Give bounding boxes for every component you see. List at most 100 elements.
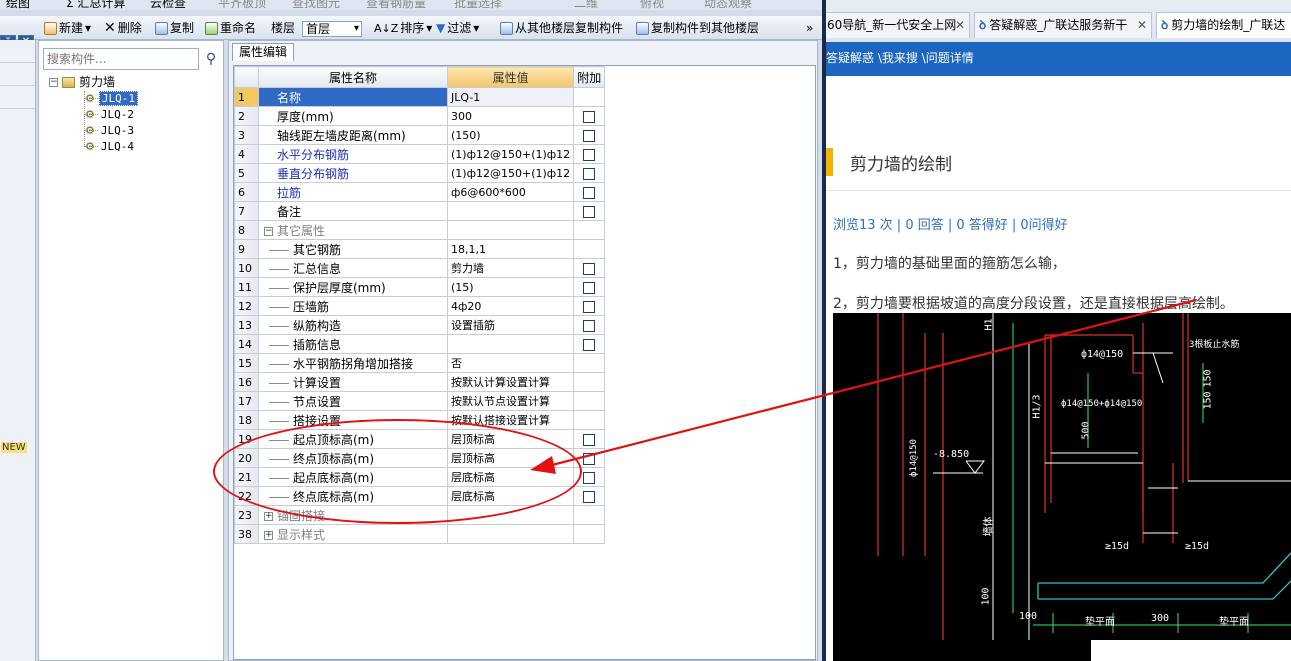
property-name-cell[interactable]: 水平钢筋拐角增加搭接 bbox=[258, 353, 448, 373]
extra-checkbox[interactable] bbox=[583, 490, 596, 503]
property-value-cell[interactable] bbox=[446, 524, 575, 544]
property-row[interactable]: 11 保护层厚度(mm) (15) bbox=[234, 277, 606, 297]
extra-checkbox[interactable] bbox=[583, 300, 596, 313]
property-row[interactable]: 1 名称 JLQ-1 bbox=[234, 87, 606, 107]
property-name-cell[interactable]: 水平分布钢筋 bbox=[258, 144, 448, 164]
flush-slab-button[interactable]: 平齐板顶 bbox=[218, 0, 266, 11]
property-name-cell[interactable]: 其它钢筋 bbox=[258, 239, 448, 259]
extra-checkbox[interactable] bbox=[583, 262, 596, 275]
top-view-button[interactable]: 俯视 bbox=[640, 0, 664, 11]
tab-property-edit[interactable]: 属性编辑 bbox=[232, 43, 295, 61]
property-value-cell[interactable]: (150) bbox=[446, 125, 575, 145]
property-name-cell[interactable]: 压墙筋 bbox=[258, 296, 448, 316]
dock-row[interactable] bbox=[0, 40, 35, 63]
expand-icon[interactable]: + bbox=[264, 511, 273, 521]
property-name-cell[interactable]: + 显示样式 bbox=[258, 524, 448, 544]
2d-button[interactable]: 二维 bbox=[574, 0, 598, 11]
floor-select[interactable]: 首层 bbox=[302, 20, 362, 37]
sort-button[interactable]: A↓Z 排序 ▾ bbox=[374, 20, 432, 37]
property-value-cell[interactable]: (1)ф12@150+(1)ф12 bbox=[446, 144, 575, 164]
property-value-cell[interactable]: 剪力墙 bbox=[446, 258, 575, 278]
extra-checkbox[interactable] bbox=[583, 319, 596, 332]
copy-to-floor-button[interactable]: 复制构件到其他楼层 bbox=[636, 20, 759, 37]
find-element-button[interactable]: 查找图元 bbox=[292, 0, 340, 11]
property-name-cell[interactable]: 拉筋 bbox=[258, 182, 448, 202]
property-value-cell[interactable] bbox=[446, 334, 575, 354]
draw-button[interactable]: 绘图 bbox=[6, 0, 30, 11]
property-row[interactable]: 8− 其它属性 bbox=[234, 220, 606, 240]
property-name-cell[interactable]: 汇总信息 bbox=[258, 258, 448, 278]
copy-button[interactable]: 复制 bbox=[155, 20, 194, 37]
column-header-name[interactable]: 属性名称 bbox=[258, 66, 448, 88]
close-tab-icon[interactable]: ✕ bbox=[955, 13, 965, 37]
close-tab-icon[interactable]: ✕ bbox=[1137, 13, 1147, 37]
property-row[interactable]: 6 拉筋 ф6@600*600 bbox=[234, 182, 606, 202]
batch-select-button[interactable]: 批量选择 bbox=[454, 0, 502, 11]
property-row[interactable]: 5 垂直分布钢筋 (1)ф12@150+(1)ф12 bbox=[234, 163, 606, 183]
browser-tab-active[interactable]: ꝺ 剪力墙的绘制_广联达 bbox=[1156, 12, 1291, 38]
property-value-cell[interactable]: (15) bbox=[446, 277, 575, 297]
filter-button[interactable]: ▼ 过滤 ▾ bbox=[436, 20, 479, 37]
extra-checkbox[interactable] bbox=[583, 186, 596, 199]
search-icon[interactable]: ⚲ bbox=[202, 50, 220, 68]
extra-checkbox[interactable] bbox=[583, 281, 596, 294]
extra-checkbox[interactable] bbox=[583, 148, 596, 161]
question-stats[interactable]: 浏览13 次 | 0 回答 | 0 答得好 | 0问得好 bbox=[833, 214, 1068, 233]
extra-checkbox[interactable] bbox=[583, 471, 596, 484]
collapse-icon[interactable]: − bbox=[49, 78, 58, 87]
tree-item[interactable]: ⚙ JLQ-2 bbox=[85, 107, 136, 122]
property-value-cell[interactable]: 4ф20 bbox=[446, 296, 575, 316]
property-name-cell[interactable]: 轴线距左墙皮距离(mm) bbox=[258, 125, 448, 145]
property-row[interactable]: 2 厚度(mm) 300 bbox=[234, 106, 606, 126]
property-row[interactable]: 3 轴线距左墙皮距离(mm) (150) bbox=[234, 125, 606, 145]
property-name-cell[interactable]: 节点设置 bbox=[258, 391, 448, 411]
property-value-cell[interactable]: 设置插筋 bbox=[446, 315, 575, 335]
property-row[interactable]: 15 水平钢筋拐角增加搭接 否 bbox=[234, 353, 606, 373]
property-row[interactable]: 9 其它钢筋 18,1,1 bbox=[234, 239, 606, 259]
property-value-cell[interactable] bbox=[446, 220, 575, 240]
property-value-cell[interactable]: JLQ-1 bbox=[446, 87, 575, 107]
delete-button[interactable]: ✕ 删除 bbox=[104, 20, 142, 37]
view-rebar-button[interactable]: 查看钢筋量 bbox=[366, 0, 426, 11]
collapse-icon[interactable]: − bbox=[264, 226, 273, 236]
extra-checkbox[interactable] bbox=[583, 129, 596, 142]
component-search-input[interactable]: 搜索构件... bbox=[43, 48, 199, 70]
property-value-cell[interactable]: ф6@600*600 bbox=[446, 182, 575, 202]
extra-checkbox[interactable] bbox=[583, 433, 596, 446]
property-name-cell[interactable]: 计算设置 bbox=[258, 372, 448, 392]
property-name-cell[interactable]: 纵筋构造 bbox=[258, 315, 448, 335]
property-row[interactable]: 4 水平分布钢筋 (1)ф12@150+(1)ф12 bbox=[234, 144, 606, 164]
column-header-value[interactable]: 属性值 bbox=[446, 66, 575, 88]
orbit-button[interactable]: 动态观察 bbox=[704, 0, 752, 11]
property-value-cell[interactable]: 按默认计算设置计算 bbox=[446, 372, 575, 392]
property-name-cell[interactable]: 插筋信息 bbox=[258, 334, 448, 354]
column-header-extra[interactable]: 附加 bbox=[573, 66, 606, 88]
browser-tab[interactable]: ꝺ 答疑解惑_广联达服务新干 ✕ bbox=[974, 12, 1152, 38]
property-value-cell[interactable] bbox=[446, 201, 575, 221]
extra-checkbox[interactable] bbox=[583, 110, 596, 123]
tree-item[interactable]: ⚙ JLQ-1 bbox=[85, 91, 138, 106]
property-name-cell[interactable]: − 其它属性 bbox=[258, 220, 448, 240]
tree-item[interactable]: ⚙ JLQ-4 bbox=[85, 139, 136, 154]
dock-row[interactable] bbox=[0, 63, 35, 86]
property-name-cell[interactable]: 保护层厚度(mm) bbox=[258, 277, 448, 297]
cloud-check-button[interactable]: 云检查 bbox=[150, 0, 186, 11]
dock-row[interactable] bbox=[0, 86, 35, 109]
property-row[interactable]: 14 插筋信息 bbox=[234, 334, 606, 354]
property-row[interactable]: 10 汇总信息 剪力墙 bbox=[234, 258, 606, 278]
extra-checkbox[interactable] bbox=[583, 205, 596, 218]
property-row[interactable]: 16 计算设置 按默认计算设置计算 bbox=[234, 372, 606, 392]
property-row[interactable]: 13 纵筋构造 设置插筋 bbox=[234, 315, 606, 335]
property-name-cell[interactable]: 名称 bbox=[258, 87, 448, 107]
property-value-cell[interactable]: 按默认节点设置计算 bbox=[446, 391, 575, 411]
property-row[interactable]: 12 压墙筋 4ф20 bbox=[234, 296, 606, 316]
extra-checkbox[interactable] bbox=[583, 167, 596, 180]
property-name-cell[interactable]: 备注 bbox=[258, 201, 448, 221]
toolbar-overflow-button[interactable]: » bbox=[806, 20, 813, 37]
tree-item[interactable]: ⚙ JLQ-3 bbox=[85, 123, 136, 138]
new-button[interactable]: 新建 ▾ bbox=[44, 20, 91, 37]
property-row[interactable]: 17 节点设置 按默认节点设置计算 bbox=[234, 391, 606, 411]
property-row[interactable]: 38 + 显示样式 bbox=[234, 524, 606, 544]
property-row[interactable]: 7 备注 bbox=[234, 201, 606, 221]
property-name-cell[interactable]: 厚度(mm) bbox=[258, 106, 448, 126]
